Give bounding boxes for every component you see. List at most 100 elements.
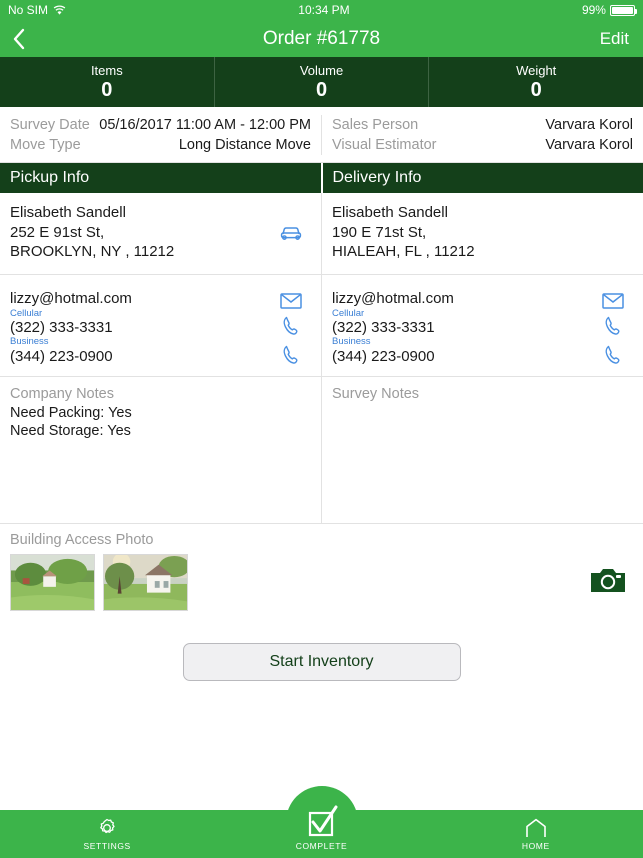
phone-icon [605, 317, 620, 336]
tab-home[interactable]: HOME [429, 818, 643, 851]
delivery-contact-name: Elisabeth Sandell [332, 204, 448, 221]
status-bar-right: 99% [581, 3, 637, 17]
stat-volume: Volume 0 [213, 57, 429, 107]
delivery-address-line1: 190 E 71st St, [332, 223, 427, 241]
pickup-address-line2: BROOKLYN, NY , 11212 [10, 243, 175, 260]
pickup-vehicle-button[interactable] [271, 223, 311, 241]
photo-row [10, 554, 633, 611]
stat-value: 0 [530, 78, 542, 101]
meta-key: Visual Estimator [332, 137, 437, 153]
delivery-address-line2: HIALEAH, FL , 11212 [332, 243, 475, 260]
delivery-business-call-button[interactable] [593, 344, 633, 366]
pickup-column: Elisabeth Sandell 252 E 91st St, BROOKLY… [0, 193, 321, 523]
tab-complete[interactable]: COMPLETE [285, 786, 358, 858]
meta-value: Varvara Korol [545, 117, 633, 133]
delivery-column: Elisabeth Sandell 190 E 71st St, HIALEAH… [321, 193, 643, 523]
pickup-email-value: lizzy@hotmal.com [10, 289, 132, 307]
meta-column-right: Sales Person Varvara Korol Visual Estima… [321, 115, 643, 155]
status-bar-left: No SIM [8, 3, 66, 17]
pickup-business-main: Business (344) 223-0900 [10, 336, 271, 366]
company-notes-block[interactable]: Company Notes Need Packing: Yes Need Sto… [0, 377, 321, 449]
meta-value: Varvara Korol [545, 137, 633, 153]
meta-key: Move Type [10, 137, 81, 153]
company-notes-title: Company Notes [10, 386, 114, 403]
meta-row-move-type: Move Type Long Distance Move [10, 135, 311, 155]
survey-notes-title: Survey Notes [332, 386, 420, 403]
photo-thumbnail[interactable] [10, 554, 95, 611]
stat-label: Items [90, 62, 123, 78]
wifi-icon [53, 5, 66, 16]
meta-key: Sales Person [332, 117, 419, 133]
order-meta: Survey Date 05/16/2017 11:00 AM - 12:00 … [0, 107, 643, 163]
pickup-cellular-call-button[interactable] [271, 315, 311, 337]
pickup-business-call-button[interactable] [271, 344, 311, 366]
start-inventory-button[interactable]: Start Inventory [182, 643, 461, 681]
delivery-cellular-label: Cellular [332, 307, 365, 319]
pickup-business-row: Business (344) 223-0900 [10, 336, 311, 366]
edit-button[interactable]: Edit [600, 29, 643, 49]
take-photo-button[interactable] [591, 567, 633, 599]
delivery-address-block: Elisabeth Sandell 190 E 71st St, HIALEAH… [322, 193, 643, 275]
building-access-photo-title: Building Access Photo [10, 532, 154, 548]
photo-thumbnail[interactable] [103, 554, 188, 611]
chevron-left-icon [13, 28, 25, 49]
delivery-business-value: (344) 223-0900 [332, 348, 435, 366]
status-bar: No SIM 10:34 PM 99% [0, 0, 643, 20]
meta-value: Long Distance Move [178, 137, 311, 153]
car-icon [280, 227, 302, 241]
meta-key: Survey Date [10, 117, 90, 133]
phone-icon [283, 317, 298, 336]
pickup-info-header: Pickup Info [10, 169, 90, 186]
meta-column-left: Survey Date 05/16/2017 11:00 AM - 12:00 … [0, 115, 321, 155]
delivery-contact-block: lizzy@hotmal.com Cellular (322) 333-3331 [322, 275, 643, 378]
navigation-bar: Order #61778 Edit [0, 20, 643, 57]
pickup-email-row: lizzy@hotmal.com [10, 283, 311, 309]
delivery-business-row: Business (344) 223-0900 [332, 336, 633, 366]
pickup-address-text: Elisabeth Sandell 252 E 91st St, BROOKLY… [10, 203, 271, 262]
meta-value: 05/16/2017 11:00 AM - 12:00 PM [99, 117, 311, 133]
battery-percent-label: 99% [581, 3, 606, 17]
app-screen: No SIM 10:34 PM 99% Order #61778 Edit It… [0, 0, 643, 858]
company-notes-line: Need Storage: Yes [10, 423, 131, 440]
delivery-cellular-call-button[interactable] [593, 315, 633, 337]
delivery-email-row: lizzy@hotmal.com [332, 283, 633, 309]
camera-icon [591, 568, 625, 592]
stat-items: Items 0 [0, 57, 214, 107]
delivery-cellular-main: Cellular (322) 333-3331 [332, 307, 593, 338]
info-columns: Elisabeth Sandell 252 E 91st St, BROOKLY… [0, 193, 643, 523]
stat-label: Weight [516, 62, 557, 78]
delivery-business-label: Business [332, 336, 371, 348]
stat-weight: Weight 0 [428, 57, 643, 107]
phone-icon [283, 346, 298, 365]
phone-icon [605, 346, 620, 365]
meta-row-survey-date: Survey Date 05/16/2017 11:00 AM - 12:00 … [10, 115, 311, 135]
delivery-email-value: lizzy@hotmal.com [332, 289, 454, 307]
pickup-cellular-value: (322) 333-3331 [10, 319, 113, 337]
pickup-cellular-main: Cellular (322) 333-3331 [10, 307, 271, 338]
section-headers: Pickup Info Delivery Info [0, 163, 643, 193]
company-notes-line: Need Packing: Yes [10, 405, 132, 422]
pickup-address-block: Elisabeth Sandell 252 E 91st St, BROOKLY… [0, 193, 321, 275]
meta-row-sales-person: Sales Person Varvara Korol [332, 115, 633, 135]
stat-value: 0 [101, 78, 113, 101]
tab-settings-label: SETTINGS [83, 840, 131, 851]
stats-bar: Items 0 Volume 0 Weight 0 [0, 57, 643, 107]
checkbox-check-icon [308, 805, 337, 837]
tab-settings[interactable]: SETTINGS [0, 818, 214, 851]
envelope-icon [280, 292, 302, 309]
building-access-photo-section: Building Access Photo [0, 523, 643, 621]
battery-icon [609, 4, 637, 16]
stat-label: Volume [299, 62, 344, 78]
action-area: Start Inventory [0, 621, 643, 681]
meta-row-visual-estimator: Visual Estimator Varvara Korol [332, 135, 633, 155]
home-icon [526, 818, 546, 837]
delivery-email-button[interactable] [593, 292, 633, 309]
survey-notes-block[interactable]: Survey Notes [322, 377, 643, 413]
delivery-address-text: Elisabeth Sandell 190 E 71st St, HIALEAH… [332, 203, 593, 262]
envelope-icon [602, 292, 624, 309]
pickup-cellular-label: Cellular [10, 307, 43, 319]
pickup-email-button[interactable] [271, 292, 311, 309]
back-button[interactable] [0, 28, 52, 50]
tab-home-label: HOME [521, 840, 550, 851]
page-title: Order #61778 [262, 27, 381, 49]
